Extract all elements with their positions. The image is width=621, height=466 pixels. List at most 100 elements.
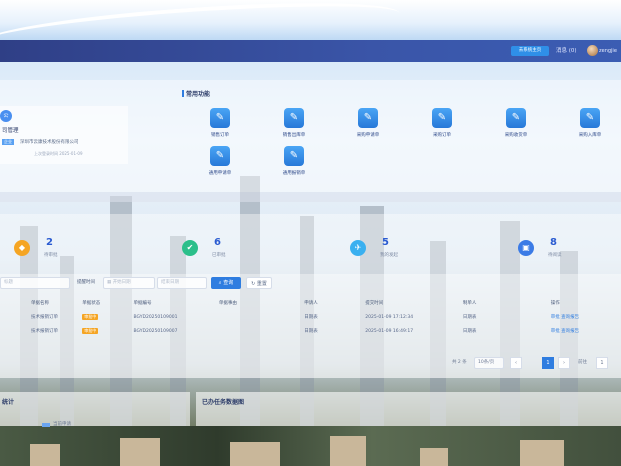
form-icon: ✎ <box>580 108 600 128</box>
cell-reason <box>216 324 301 338</box>
system-home-button[interactable]: 去系统主页 <box>511 46 549 56</box>
stat-label: 我的发起 <box>380 253 398 258</box>
stat-value: 6 <box>214 237 221 248</box>
table-header-row: 单据名称 单据状态 单据编号 单据事由 申请人 提交时间 制单人 操作 <box>28 296 621 310</box>
stat-chart-card: 统计 当前申请 <box>0 392 190 427</box>
divider <box>0 192 621 202</box>
legend-label: 当前申请 <box>53 422 71 427</box>
column-header: 单据编号 <box>133 301 152 306</box>
cell-maker: 日期表 <box>462 329 477 334</box>
done-task-chart-title: 已办任务数据图 <box>202 399 245 406</box>
stat-icon: ✔ <box>182 240 198 256</box>
table-row[interactable]: 技术报销订单 审批中 BGYD20250109007 日期表 2025-01-09 16… <box>28 324 621 338</box>
form-icon: ✎ <box>506 108 526 128</box>
stat-card[interactable]: ✈ 5 我的发起 <box>346 234 424 270</box>
chevron-right-icon: › <box>563 360 565 366</box>
quick-item[interactable]: ✎ 采购收货单 <box>498 108 534 138</box>
messages-label: 消息 <box>556 48 568 54</box>
form-icon: ✎ <box>210 146 230 166</box>
quick-item-label: 采购申请单 <box>356 133 380 138</box>
goto-label: 前往 <box>578 360 587 365</box>
stat-card[interactable]: ▣ 8 待阅读 <box>514 234 592 270</box>
reset-button-label: 重置 <box>256 281 267 287</box>
start-date-input[interactable]: ▦ 开始日期 <box>103 277 155 289</box>
column-header: 操作 <box>550 301 560 306</box>
quick-item[interactable]: ✎ 销售出库单 <box>276 108 312 138</box>
quick-item-label: 销售订单 <box>211 133 229 138</box>
prev-page-button[interactable]: ‹ <box>510 357 522 369</box>
cell-name: 技术报销订单 <box>31 329 58 334</box>
form-icon: ✎ <box>284 146 304 166</box>
header-banner <box>0 0 621 63</box>
quick-item[interactable]: ✎ 采购申请单 <box>350 108 386 138</box>
cell-no: BGYD20250109001 <box>133 314 178 320</box>
cell-time: 2025-01-09 16:49:17 <box>365 328 414 334</box>
column-header: 单据名称 <box>31 301 49 306</box>
search-button[interactable]: ⌕ 查询 <box>211 277 241 289</box>
done-task-chart-card: 已办任务数据图 <box>196 392 621 426</box>
page-1-button[interactable]: 1 <box>542 357 554 369</box>
quick-functions-title: 常用功能 <box>181 90 211 98</box>
username[interactable]: zengjie <box>599 45 621 57</box>
quick-item[interactable]: ✎ 通用报销单 <box>276 146 312 176</box>
form-icon: ✎ <box>432 108 452 128</box>
stat-label: 待阅读 <box>548 253 562 258</box>
column-header: 提交时间 <box>365 301 384 306</box>
status-badge: 审批中 <box>82 314 99 320</box>
status-badge: 审批中 <box>82 328 99 334</box>
quick-item[interactable]: ✎ 销售订单 <box>202 108 238 138</box>
form-icon: ✎ <box>210 108 230 128</box>
search-button-label: 查询 <box>223 280 234 286</box>
cell-applicant: 日期表 <box>304 315 318 320</box>
start-date-placeholder: 开始日期 <box>112 280 131 285</box>
quick-item-label: 采购入库单 <box>578 133 602 138</box>
stat-card[interactable]: ✔ 6 已审批 <box>178 234 256 270</box>
report-link[interactable]: 查询报告 <box>561 315 579 320</box>
top-navbar: 去系统主页 消息 (0) zengjie <box>0 40 621 62</box>
quick-item-label: 销售出库单 <box>282 133 306 138</box>
quick-item[interactable]: ✎ 采购订单 <box>424 108 460 138</box>
legend-swatch <box>42 423 50 427</box>
title-search-input[interactable]: 标题 <box>0 277 70 289</box>
approve-link[interactable]: 审批 <box>551 329 560 334</box>
messages-count: (0) <box>568 48 577 54</box>
quick-item-label: 采购收货单 <box>504 133 528 138</box>
column-header: 制单人 <box>462 301 477 306</box>
reset-button[interactable]: ↻ 重置 <box>246 277 272 289</box>
stat-label: 已审批 <box>212 253 226 258</box>
stat-value: 5 <box>382 237 389 248</box>
report-link[interactable]: 查询报告 <box>561 329 579 334</box>
avatar[interactable] <box>587 45 598 56</box>
stat-card[interactable]: ◆ 2 待审批 <box>10 234 88 270</box>
approve-link[interactable]: 审批 <box>551 315 560 320</box>
quick-item-label: 通用报销单 <box>282 171 306 176</box>
remind-time-label: 提醒时间 <box>77 280 95 285</box>
chevron-left-icon: ‹ <box>515 360 517 366</box>
goto-page-input[interactable]: 1 <box>596 357 608 369</box>
table-body: 技术报销订单 审批中 BGYD20250109001 日期表 2025-01-09 17… <box>28 310 621 338</box>
stat-value: 2 <box>46 237 53 248</box>
todo-table: 单据名称 单据状态 单据编号 单据事由 申请人 提交时间 制单人 操作 技术报销订单 审批中 BG… <box>28 296 621 338</box>
quick-item[interactable]: ✎ 通用申请单 <box>202 146 238 176</box>
messages-link[interactable]: 消息 (0) <box>556 45 577 57</box>
cell-actions: 审批 查询报告 <box>548 310 621 324</box>
cell-status: 审批中 <box>79 310 130 324</box>
next-page-button[interactable]: › <box>558 357 570 369</box>
cell-no: BGYD20250109007 <box>133 328 178 334</box>
cell-status: 审批中 <box>79 324 130 338</box>
end-date-input[interactable]: 结束日期 <box>157 277 207 289</box>
column-header: 申请人 <box>304 301 318 306</box>
cell-actions: 审批 查询报告 <box>548 324 621 338</box>
table-row[interactable]: 技术报销订单 审批中 BGYD20250109001 日期表 2025-01-09 17… <box>28 310 621 324</box>
company-card: 公 司管理 企业 深圳市云康技术股份有限公司 上次登录时间 2025-01-09 <box>0 106 128 164</box>
cell-time: 2025-01-09 17:12:34 <box>365 314 414 320</box>
stat-icon: ▣ <box>518 240 534 256</box>
stat-icon: ✈ <box>350 240 366 256</box>
quick-item[interactable]: ✎ 采购入库单 <box>572 108 608 138</box>
page-size-select[interactable]: 10条/页 <box>474 357 504 369</box>
pagination-total: 共 2 条 <box>452 360 467 365</box>
company-title: 司管理 <box>2 128 19 134</box>
cell-maker: 日期表 <box>462 315 477 320</box>
stat-chart-title: 统计 <box>2 399 15 406</box>
column-header: 单据事由 <box>218 301 237 306</box>
